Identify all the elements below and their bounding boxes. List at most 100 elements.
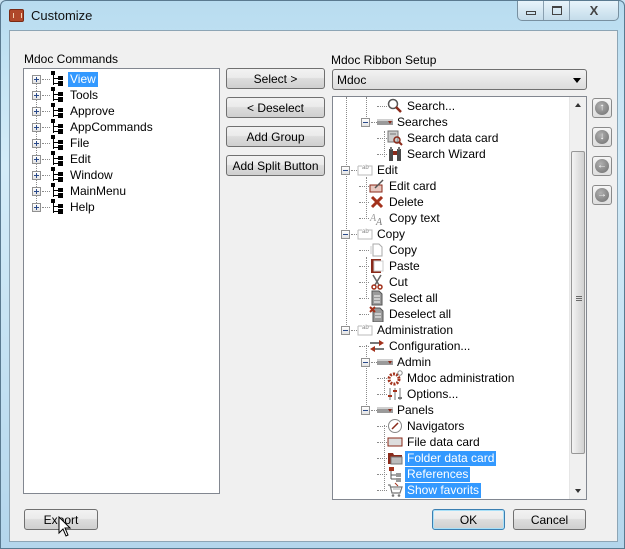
hierarchy-icon — [50, 199, 66, 215]
expand-icon[interactable] — [32, 74, 41, 84]
ribbon-tree-item[interactable]: Edit card — [359, 178, 438, 194]
cancel-button[interactable]: Cancel — [513, 509, 586, 530]
tree-connector — [42, 206, 50, 208]
ribbon-tree-item[interactable]: Navigators — [377, 418, 466, 434]
add-group-button[interactable]: Add Group — [226, 126, 325, 147]
move-left-button[interactable]: ← — [592, 156, 612, 176]
ribbon-tree-item[interactable]: Copy — [359, 242, 419, 258]
ribbon-tree-item[interactable]: A A Copy text — [359, 210, 442, 228]
move-right-button[interactable]: → — [592, 185, 612, 205]
ribbon-tree-item-label: Select all — [389, 290, 438, 305]
ribbon-tree-item[interactable]: References — [377, 466, 471, 482]
ribbon-tree-item[interactable]: ab Administration — [341, 322, 455, 338]
arrow-down-icon: ↓ — [595, 130, 609, 144]
ribbon-tree-item[interactable]: File data card — [377, 434, 482, 450]
scrollbar-thumb[interactable] — [571, 151, 585, 454]
minimize-button[interactable] — [518, 1, 544, 20]
ribbon-tree-item[interactable]: Panels — [361, 402, 436, 418]
ok-button[interactable]: OK — [432, 509, 505, 530]
ribbon-setup-tree[interactable]: Search... Searches Search data card Search … — [332, 96, 587, 500]
hierarchy-icon — [50, 135, 66, 151]
options-icon — [387, 386, 403, 402]
tree-item-help[interactable]: Help — [32, 199, 97, 215]
collapse-icon[interactable] — [361, 117, 370, 127]
ribbon-tree-item[interactable]: Search data card — [377, 130, 500, 146]
collapse-icon[interactable] — [361, 405, 370, 415]
expand-icon[interactable] — [32, 202, 41, 212]
expand-icon[interactable] — [32, 154, 41, 164]
move-down-button[interactable]: ↓ — [592, 127, 612, 147]
tree-item-mainmenu[interactable]: MainMenu — [32, 183, 128, 199]
split-button-icon — [377, 114, 393, 130]
cart-icon — [387, 482, 403, 498]
ribbon-tree-item[interactable]: Configuration... — [359, 338, 472, 354]
select-all-icon — [369, 290, 385, 306]
file-card-icon — [387, 434, 403, 450]
tree-line — [346, 97, 347, 325]
copy-icon — [369, 242, 385, 258]
expand-icon[interactable] — [32, 170, 41, 180]
tree-item-window[interactable]: Window — [32, 167, 115, 183]
window-title: Customize — [31, 8, 93, 23]
collapse-icon[interactable] — [341, 325, 350, 335]
tree-item-label: Tools — [70, 87, 99, 102]
ribbon-tree-item[interactable]: Search... — [377, 98, 457, 114]
ribbon-tree-item-label: Navigators — [407, 418, 465, 433]
ribbon-tree-item[interactable]: Mdoc administration — [377, 370, 516, 386]
ribbon-tree-item[interactable]: Deselect all — [359, 306, 453, 323]
expand-icon[interactable] — [32, 186, 41, 196]
grip-line — [576, 298, 582, 300]
ribbon-combo-value: Mdoc — [337, 72, 367, 87]
ribbon-tree-item[interactable]: Show favorits — [377, 482, 482, 498]
tree-item-approve[interactable]: Approve — [32, 103, 117, 119]
expand-icon[interactable] — [32, 138, 41, 148]
expand-icon[interactable] — [32, 106, 41, 116]
ribbon-tree-item[interactable]: Cut — [359, 274, 410, 290]
add-split-button-button[interactable]: Add Split Button — [226, 155, 325, 176]
maximize-button[interactable] — [544, 1, 570, 20]
ribbon-tree-item[interactable]: ab Edit — [341, 162, 400, 178]
tree-connector — [359, 265, 369, 267]
move-up-button[interactable]: ↑ — [592, 98, 612, 118]
tree-item-edit[interactable]: Edit — [32, 151, 93, 167]
expand-icon[interactable] — [32, 90, 41, 100]
close-button[interactable]: X — [570, 1, 618, 20]
collapse-icon[interactable] — [361, 357, 370, 367]
ribbon-tree-item[interactable]: Delete — [359, 194, 426, 210]
tree-connector — [359, 185, 369, 187]
svg-text:ab: ab — [362, 229, 369, 235]
ribbon-tree-item[interactable]: Select all — [359, 290, 440, 306]
ribbon-tree-item[interactable]: Options... — [377, 386, 460, 402]
tree-item-tools[interactable]: Tools — [32, 87, 100, 103]
hierarchy-icon — [50, 87, 66, 103]
ribbon-tree-item[interactable]: Paste — [359, 258, 422, 274]
ribbon-tree-item-label: Deselect all — [389, 306, 452, 321]
edit-card-icon — [369, 178, 385, 194]
tree-connector — [377, 473, 387, 475]
ribbon-tree-item[interactable]: Searches — [361, 114, 450, 130]
tree-connector — [42, 142, 50, 144]
collapse-icon[interactable] — [341, 229, 350, 239]
scroll-down-arrow-icon[interactable] — [575, 489, 581, 493]
ribbon-tree-item-label: File data card — [407, 434, 480, 449]
copy-text-icon: AA — [369, 210, 385, 228]
compass-icon — [387, 418, 403, 434]
ribbon-tree-item[interactable]: ab Copy — [341, 226, 407, 242]
scroll-up-arrow-icon[interactable] — [575, 103, 581, 107]
ribbon-tree-item-label: Edit card — [389, 178, 437, 193]
collapse-icon[interactable] — [341, 165, 350, 175]
mdoc-commands-tree[interactable]: View Tools Approve AppCommands File Edit Windo… — [23, 68, 220, 494]
ribbon-tree-item[interactable]: Search Wizard — [377, 146, 488, 162]
tree-connector — [377, 377, 387, 379]
tree-item-view[interactable]: View — [32, 71, 98, 87]
split-button-icon — [377, 354, 393, 370]
ribbon-tree-item[interactable]: Admin — [361, 354, 433, 370]
ribbon-combo[interactable]: Mdoc — [332, 69, 587, 90]
tree-item-file[interactable]: File — [32, 135, 91, 151]
ribbon-tree-item[interactable]: Folder data card — [377, 450, 497, 466]
tree-item-appcommands[interactable]: AppCommands — [32, 119, 155, 135]
select-button[interactable]: Select > — [226, 68, 325, 89]
deselect-button[interactable]: < Deselect — [226, 97, 325, 118]
expand-icon[interactable] — [32, 122, 41, 132]
tree-scrollbar[interactable] — [569, 97, 586, 499]
